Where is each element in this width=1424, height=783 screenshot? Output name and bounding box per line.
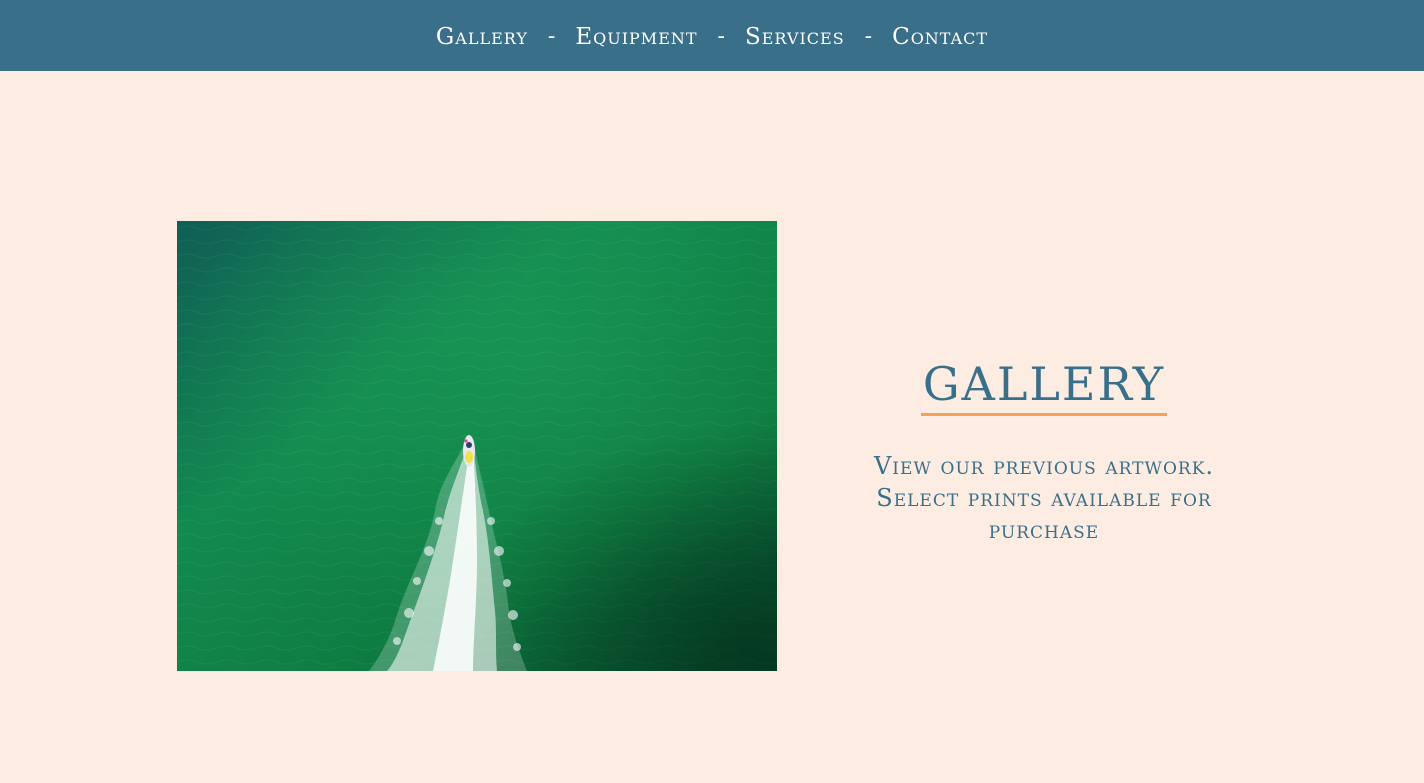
nav-separator: -	[864, 24, 873, 49]
nav-links: Gallery - Equipment - Services - Contact	[436, 24, 988, 50]
nav-link-services[interactable]: Services	[745, 24, 845, 50]
nav-separator: -	[717, 24, 725, 49]
gallery-description: View our previous artwork. Select prints…	[873, 452, 1215, 544]
nav-separator: -	[547, 24, 556, 49]
nav-link-gallery[interactable]: Gallery	[436, 24, 528, 50]
gallery-intro: GALLERY View our previous artwork. Selec…	[840, 355, 1248, 546]
gallery-heading: GALLERY	[920, 355, 1168, 416]
jet-ski-on-sea-photo	[177, 221, 777, 671]
jet-ski	[463, 435, 475, 467]
gallery-hero-image	[177, 221, 777, 671]
nav-link-contact[interactable]: Contact	[892, 24, 988, 50]
nav-link-equipment[interactable]: Equipment	[575, 24, 697, 50]
top-navigation-bar: Gallery - Equipment - Services - Contact	[0, 0, 1424, 71]
